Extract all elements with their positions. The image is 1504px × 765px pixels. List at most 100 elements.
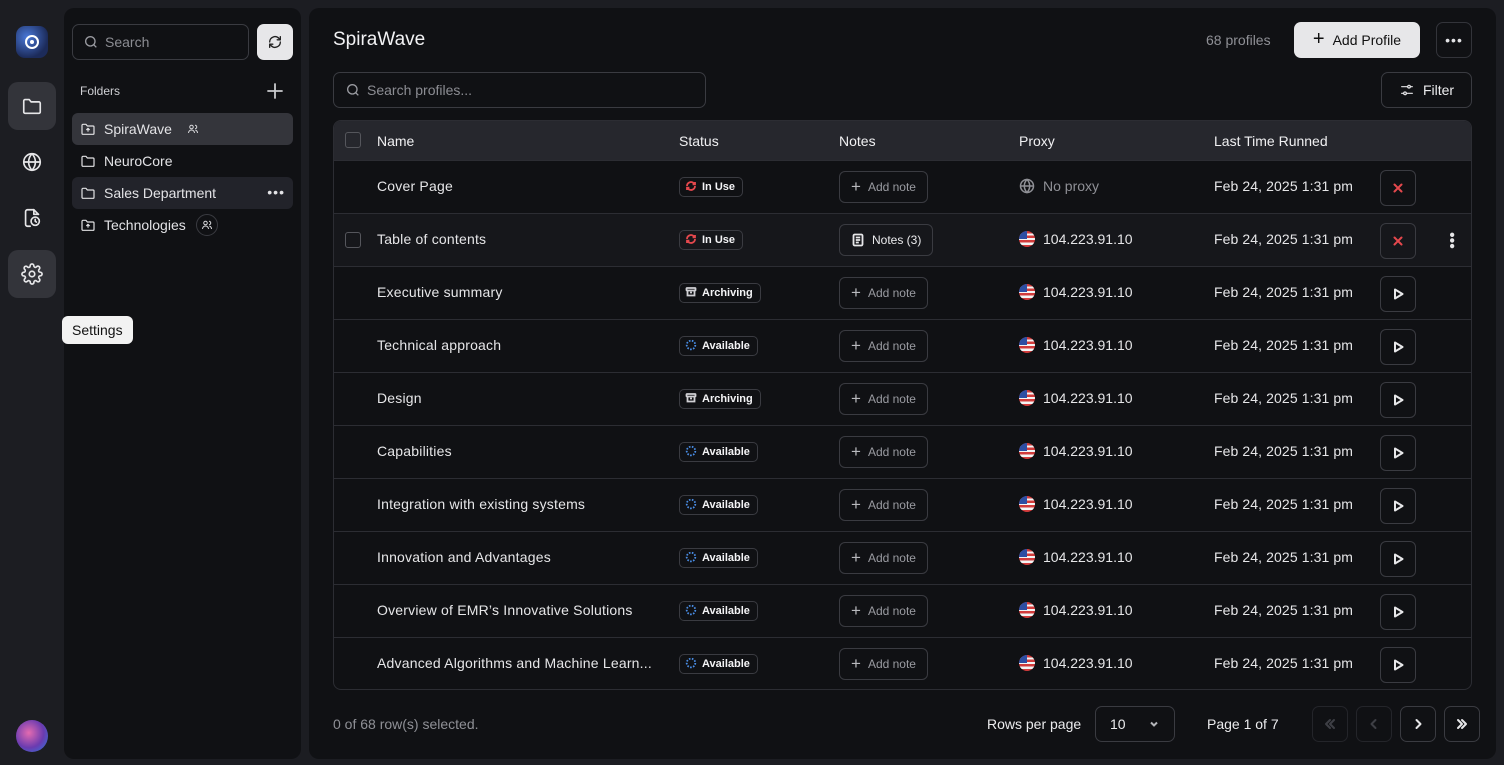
stop-button[interactable] bbox=[1380, 170, 1416, 206]
previous-page-button[interactable] bbox=[1356, 706, 1392, 742]
more-options-button[interactable]: ••• bbox=[1436, 22, 1472, 58]
select-all-checkbox[interactable] bbox=[345, 132, 361, 148]
table-row[interactable]: Table of contents In Use Notes (3) 104.223.… bbox=[334, 213, 1471, 266]
search-icon bbox=[347, 84, 359, 96]
settings-nav-button[interactable] bbox=[8, 250, 56, 298]
plus-icon: + bbox=[851, 389, 861, 408]
proxy-value: No proxy bbox=[1043, 178, 1100, 194]
folder-item-sales-department[interactable]: Sales Department ••• bbox=[72, 177, 293, 209]
add-note-button[interactable]: + Add note bbox=[839, 171, 928, 203]
note-label: Add note bbox=[867, 498, 916, 512]
next-page-button[interactable] bbox=[1400, 706, 1436, 742]
proxies-nav-button[interactable] bbox=[8, 138, 56, 186]
add-note-button[interactable]: + Add note bbox=[839, 436, 928, 468]
status-badge: In Use bbox=[679, 230, 744, 250]
loader-icon bbox=[685, 445, 697, 460]
run-button[interactable] bbox=[1380, 382, 1416, 418]
filter-button[interactable]: Filter bbox=[1381, 72, 1472, 108]
folders-nav-button[interactable] bbox=[8, 82, 56, 130]
add-note-button[interactable]: + Add note bbox=[839, 277, 928, 309]
row-menu-icon[interactable]: ••• bbox=[1442, 232, 1460, 249]
run-button[interactable] bbox=[1380, 329, 1416, 365]
column-header-proxy[interactable]: Proxy bbox=[1019, 133, 1055, 149]
add-folder-button[interactable] bbox=[266, 82, 284, 100]
file-clock-icon bbox=[24, 208, 41, 228]
us-flag-icon bbox=[1019, 655, 1035, 671]
table-row[interactable]: Executive summary Archiving + Add note 104.2… bbox=[334, 266, 1471, 319]
column-header-last-run[interactable]: Last Time Runned bbox=[1214, 133, 1328, 149]
last-page-button[interactable] bbox=[1444, 706, 1480, 742]
folder-shared-icon bbox=[81, 219, 95, 231]
folder-shared-icon bbox=[81, 123, 95, 135]
us-flag-icon bbox=[1019, 549, 1035, 565]
folder-item-label: SpiraWave bbox=[104, 121, 172, 137]
note-label: Add note bbox=[867, 180, 916, 194]
proxy-value: 104.223.91.10 bbox=[1043, 443, 1133, 459]
table-row[interactable]: Innovation and Advantages Available + Add n… bbox=[334, 531, 1471, 584]
table-row[interactable]: Overview of EMR’s Innovative Solutions Av… bbox=[334, 584, 1471, 637]
add-note-button[interactable]: + Add note bbox=[839, 330, 928, 362]
rows-per-page-select[interactable]: 10 bbox=[1095, 706, 1175, 742]
note-label: Add note bbox=[867, 551, 916, 565]
stop-button[interactable] bbox=[1380, 223, 1416, 259]
run-button[interactable] bbox=[1380, 594, 1416, 630]
run-button[interactable] bbox=[1380, 435, 1416, 471]
loader-icon bbox=[685, 339, 697, 354]
status-label: Available bbox=[702, 658, 750, 670]
note-label: Add note bbox=[867, 286, 916, 300]
proxy-cell: 104.223.91.10 bbox=[1019, 602, 1133, 618]
add-profile-button[interactable]: + Add Profile bbox=[1294, 22, 1420, 58]
folder-search-placeholder: Search bbox=[105, 34, 150, 50]
sliders-icon bbox=[1401, 84, 1413, 96]
run-button[interactable] bbox=[1380, 276, 1416, 312]
first-page-button[interactable] bbox=[1312, 706, 1348, 742]
folder-item-neurocore[interactable]: NeuroCore bbox=[72, 145, 293, 177]
folder-item-technologies[interactable]: Technologies bbox=[72, 209, 293, 241]
last-run-time: Feb 24, 2025 1:31 pm bbox=[1214, 231, 1353, 247]
add-note-button[interactable]: + Add note bbox=[839, 383, 928, 415]
folder-search-input[interactable]: Search bbox=[72, 24, 249, 60]
add-note-button[interactable]: + Add note bbox=[839, 542, 928, 574]
gear-icon bbox=[21, 263, 43, 285]
add-profile-label: Add Profile bbox=[1332, 32, 1402, 48]
last-run-time: Feb 24, 2025 1:31 pm bbox=[1214, 549, 1353, 565]
column-header-status[interactable]: Status bbox=[679, 133, 719, 149]
play-icon bbox=[1394, 553, 1404, 565]
folder-menu-icon[interactable]: ••• bbox=[267, 185, 285, 199]
notes-button[interactable]: Notes (3) bbox=[839, 224, 934, 256]
profile-name: Capabilities bbox=[377, 443, 452, 459]
table-row[interactable]: Design Archiving + Add note 104.223.91.10 Feb… bbox=[334, 372, 1471, 425]
proxy-cell: 104.223.91.10 bbox=[1019, 443, 1133, 459]
column-header-notes[interactable]: Notes bbox=[839, 133, 876, 149]
proxy-value: 104.223.91.10 bbox=[1043, 549, 1133, 565]
documents-nav-button[interactable] bbox=[8, 194, 56, 242]
chevron-right-icon bbox=[1415, 719, 1422, 729]
rows-per-page-value: 10 bbox=[1110, 716, 1126, 732]
add-note-button[interactable]: + Add note bbox=[839, 489, 928, 521]
profile-name: Advanced Algorithms and Machine Learn... bbox=[377, 655, 652, 671]
us-flag-icon bbox=[1019, 496, 1035, 512]
column-header-name[interactable]: Name bbox=[377, 133, 414, 149]
profile-search-input[interactable]: Search profiles... bbox=[333, 72, 706, 108]
add-note-button[interactable]: + Add note bbox=[839, 648, 928, 680]
run-button[interactable] bbox=[1380, 541, 1416, 577]
add-note-button[interactable]: + Add note bbox=[839, 595, 928, 627]
row-checkbox[interactable] bbox=[345, 232, 361, 248]
user-avatar[interactable] bbox=[16, 720, 48, 752]
table-row[interactable]: Capabilities Available + Add note 104.223.91… bbox=[334, 425, 1471, 478]
last-run-time: Feb 24, 2025 1:31 pm bbox=[1214, 602, 1353, 618]
folder-item-spirawave[interactable]: SpiraWave bbox=[72, 113, 293, 145]
status-badge: Available bbox=[679, 336, 758, 356]
run-button[interactable] bbox=[1380, 647, 1416, 683]
proxy-cell: 104.223.91.10 bbox=[1019, 337, 1133, 353]
app-logo[interactable] bbox=[16, 26, 48, 58]
table-row[interactable]: Technical approach Available + Add note 104.… bbox=[334, 319, 1471, 372]
refresh-button[interactable] bbox=[257, 24, 293, 60]
table-row[interactable]: Integration with existing systems Availab… bbox=[334, 478, 1471, 531]
loader-icon bbox=[685, 604, 697, 619]
status-label: Available bbox=[702, 499, 750, 511]
table-row[interactable]: Cover Page In Use + Add note No proxy Feb 24,… bbox=[334, 160, 1471, 213]
play-icon bbox=[1394, 394, 1404, 406]
run-button[interactable] bbox=[1380, 488, 1416, 524]
table-row[interactable]: Advanced Algorithms and Machine Learn...… bbox=[334, 637, 1471, 689]
